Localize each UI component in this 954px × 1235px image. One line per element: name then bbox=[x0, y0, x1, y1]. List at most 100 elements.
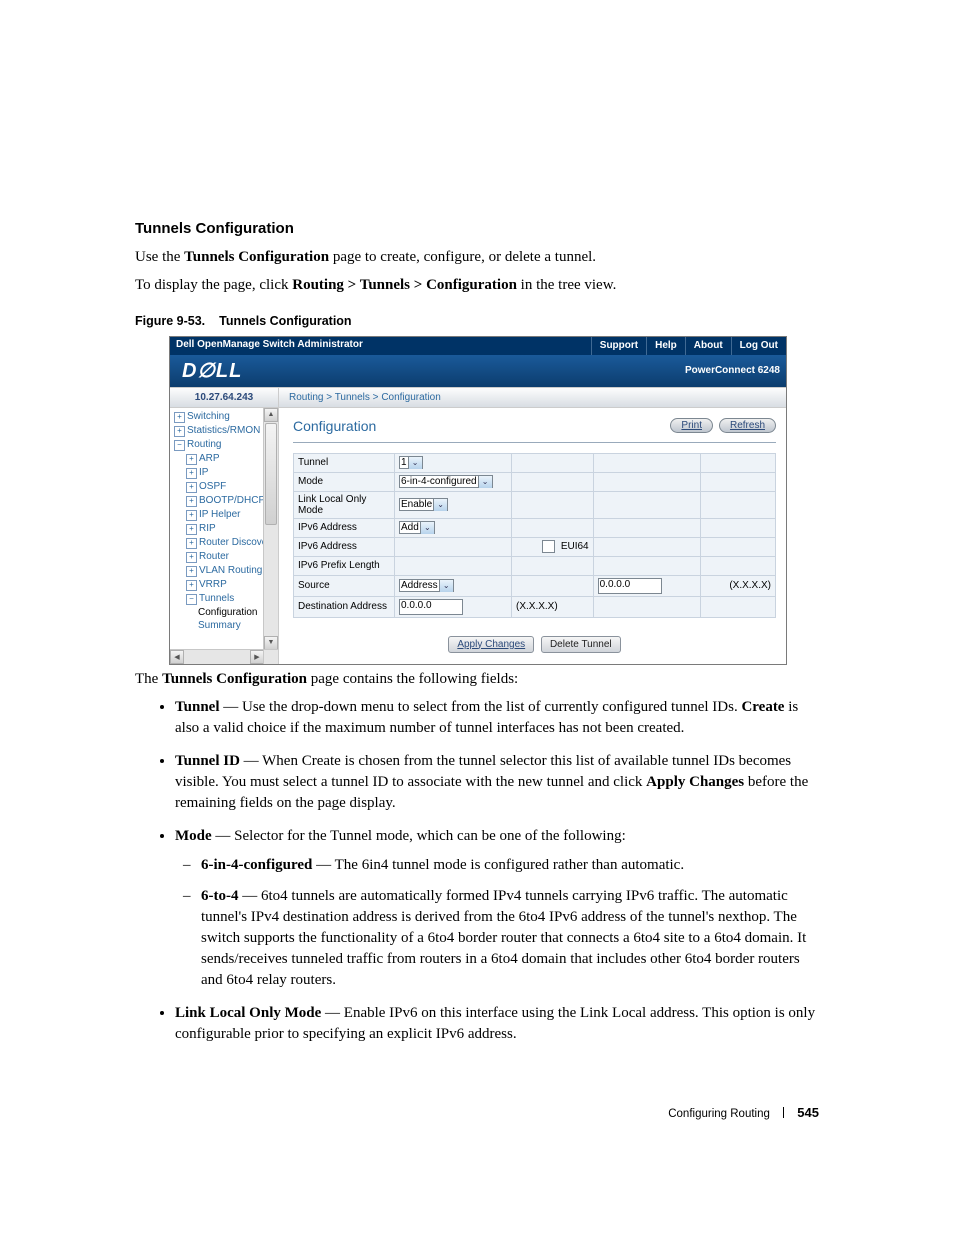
window-title: Dell OpenManage Switch Administrator bbox=[170, 337, 591, 355]
scrollbar-corner bbox=[263, 649, 278, 664]
text: To display the page, click bbox=[135, 277, 292, 293]
label-destination: Destination Address bbox=[294, 596, 395, 617]
brand-bar: D∅LL PowerConnect 6248 bbox=[170, 355, 786, 387]
tree-item-label: IP Helper bbox=[199, 509, 241, 520]
horizontal-scrollbar[interactable]: ◀ ▶ bbox=[170, 649, 264, 664]
figure-number: Figure 9-53. bbox=[135, 314, 205, 328]
row-ipv6-address-action: IPv6 Address Add⌄ bbox=[294, 518, 776, 537]
label-eui64: EUI64 bbox=[561, 541, 589, 552]
scroll-thumb[interactable] bbox=[265, 423, 277, 525]
label-llom: Link Local Only Mode bbox=[294, 491, 395, 518]
chevron-down-icon[interactable]: ⌄ bbox=[433, 499, 447, 511]
expand-icon[interactable]: + bbox=[186, 468, 197, 479]
text-bold: Create bbox=[741, 699, 784, 715]
content-pane: Configuration Print Refresh Tunnel 1⌄ Mo… bbox=[279, 408, 786, 664]
scroll-left-icon[interactable]: ◀ bbox=[170, 650, 184, 664]
dell-logo: D∅LL bbox=[170, 358, 254, 383]
fields-lead: The Tunnels Configuration page contains … bbox=[135, 669, 819, 689]
source-hint: (X.X.X.X) bbox=[701, 575, 776, 596]
destination-address-input[interactable]: 0.0.0.0 bbox=[399, 599, 463, 615]
collapse-icon[interactable]: − bbox=[186, 594, 197, 605]
breadcrumb: Routing > Tunnels > Configuration bbox=[279, 388, 451, 407]
text: in the tree view. bbox=[517, 277, 616, 293]
scroll-right-icon[interactable]: ▶ bbox=[250, 650, 264, 664]
figure-title: Tunnels Configuration bbox=[219, 314, 351, 328]
ipv6-address-action-select[interactable]: Add⌄ bbox=[399, 521, 435, 534]
mode-6to4: 6-to-4 — 6to4 tunnels are automatically … bbox=[201, 886, 819, 991]
scroll-down-icon[interactable]: ▼ bbox=[264, 636, 278, 650]
tree-item-label: Router bbox=[199, 551, 229, 562]
collapse-icon[interactable]: − bbox=[174, 440, 185, 451]
expand-icon[interactable]: + bbox=[186, 552, 197, 563]
row-mode: Mode 6-in-4-configured⌄ bbox=[294, 472, 776, 491]
term: 6-in-4-configured bbox=[201, 857, 312, 873]
text: — Use the drop-down menu to select from … bbox=[219, 699, 741, 715]
mode-6in4: 6-in-4-configured — The 6in4 tunnel mode… bbox=[201, 855, 819, 876]
footer-section: Configuring Routing bbox=[668, 1108, 770, 1120]
chevron-down-icon[interactable]: ⌄ bbox=[408, 457, 422, 469]
tree-item-label: VRRP bbox=[199, 579, 227, 590]
apply-changes-button[interactable]: Apply Changes bbox=[448, 636, 534, 653]
chevron-down-icon[interactable]: ⌄ bbox=[478, 476, 492, 488]
row-link-local-only-mode: Link Local Only Mode Enable⌄ bbox=[294, 491, 776, 518]
breadcrumb-tunnels[interactable]: Tunnels bbox=[335, 392, 370, 403]
refresh-button[interactable]: Refresh bbox=[719, 418, 776, 433]
nav-about[interactable]: About bbox=[685, 337, 731, 355]
tree-item-label: Switching bbox=[187, 411, 230, 422]
label-source: Source bbox=[294, 575, 395, 596]
source-address-input[interactable]: 0.0.0.0 bbox=[598, 578, 662, 594]
text-bold: Apply Changes bbox=[646, 774, 744, 790]
text: The bbox=[135, 671, 162, 687]
eui64-checkbox[interactable] bbox=[542, 540, 555, 553]
expand-icon[interactable]: + bbox=[186, 482, 197, 493]
chevron-down-icon[interactable]: ⌄ bbox=[439, 580, 453, 592]
term: Mode bbox=[175, 828, 212, 844]
expand-icon[interactable]: + bbox=[186, 496, 197, 507]
expand-icon[interactable]: + bbox=[186, 524, 197, 535]
embedded-screenshot: Dell OpenManage Switch Administrator Sup… bbox=[169, 336, 787, 665]
expand-icon[interactable]: + bbox=[186, 454, 197, 465]
expand-icon[interactable]: + bbox=[186, 538, 197, 549]
chevron-down-icon[interactable]: ⌄ bbox=[420, 522, 434, 534]
tunnel-select[interactable]: 1⌄ bbox=[399, 456, 423, 469]
term: Tunnel bbox=[175, 699, 219, 715]
scroll-up-icon[interactable]: ▲ bbox=[264, 408, 278, 422]
expand-icon[interactable]: + bbox=[186, 580, 197, 591]
action-row: Apply Changes Delete Tunnel bbox=[293, 636, 776, 653]
page-footer: Configuring Routing 545 bbox=[135, 1105, 819, 1120]
nav-tree[interactable]: +Switching+Statistics/RMON−Routing+ARP+I… bbox=[170, 408, 279, 664]
nav-support[interactable]: Support bbox=[591, 337, 646, 355]
source-type-select[interactable]: Address⌄ bbox=[399, 579, 454, 592]
nav-logout[interactable]: Log Out bbox=[731, 337, 786, 355]
mode-sublist: 6-in-4-configured — The 6in4 tunnel mode… bbox=[175, 855, 819, 991]
row-source: Source Address⌄ 0.0.0.0 (X.X.X.X) bbox=[294, 575, 776, 596]
vertical-scrollbar[interactable]: ▲ ▼ bbox=[263, 408, 278, 650]
expand-icon[interactable]: + bbox=[174, 426, 185, 437]
expand-icon[interactable]: + bbox=[186, 566, 197, 577]
label-ipv6-address-2: IPv6 Address bbox=[294, 537, 395, 556]
text-bold: Tunnels Configuration bbox=[162, 671, 307, 687]
text: page to create, configure, or delete a t… bbox=[329, 249, 596, 265]
row-tunnel: Tunnel 1⌄ bbox=[294, 453, 776, 472]
delete-tunnel-button[interactable]: Delete Tunnel bbox=[541, 636, 621, 653]
llom-select[interactable]: Enable⌄ bbox=[399, 498, 448, 511]
tree-item-label: Tunnels bbox=[199, 593, 234, 604]
tree-item-label: Configuration bbox=[198, 607, 257, 618]
breadcrumb-routing[interactable]: Routing bbox=[289, 392, 323, 403]
config-table: Tunnel 1⌄ Mode 6-in-4-configured⌄ Link L… bbox=[293, 453, 776, 618]
term: Link Local Only Mode bbox=[175, 1005, 321, 1021]
mode-select[interactable]: 6-in-4-configured⌄ bbox=[399, 475, 493, 488]
row-ipv6-address: IPv6 Address EUI64 bbox=[294, 537, 776, 556]
text-bold: Routing > Tunnels > Configuration bbox=[292, 277, 517, 293]
breadcrumb-configuration: Configuration bbox=[381, 392, 440, 403]
device-ip: 10.27.64.243 bbox=[170, 388, 279, 407]
tree-item-label: ARP bbox=[199, 453, 220, 464]
window-titlebar: Dell OpenManage Switch Administrator Sup… bbox=[170, 337, 786, 355]
print-button[interactable]: Print bbox=[670, 418, 713, 433]
product-name: PowerConnect 6248 bbox=[685, 365, 786, 376]
nav-help[interactable]: Help bbox=[646, 337, 685, 355]
text: — Selector for the Tunnel mode, which ca… bbox=[212, 828, 626, 844]
expand-icon[interactable]: + bbox=[186, 510, 197, 521]
label-prefix-length: IPv6 Prefix Length bbox=[294, 556, 395, 575]
expand-icon[interactable]: + bbox=[174, 412, 185, 423]
